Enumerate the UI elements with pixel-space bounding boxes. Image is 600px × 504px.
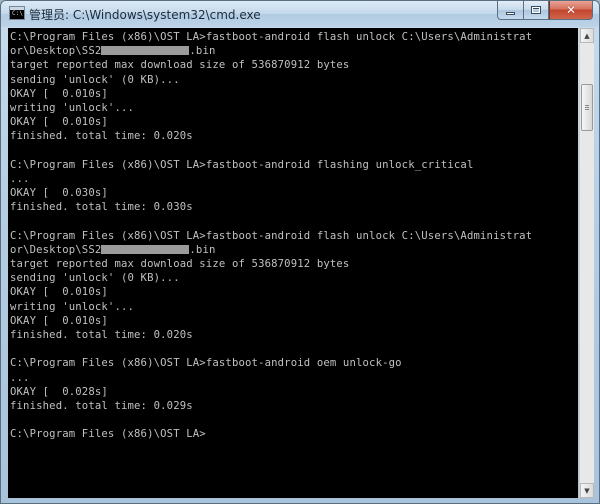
console-line: C:\Program Files (x86)\OST LA> (10, 428, 206, 441)
minimize-button[interactable] (497, 1, 523, 20)
scroll-thumb[interactable] (581, 84, 593, 131)
console-line-text: .bin (189, 45, 216, 58)
console-line: target reported max download size of 536… (10, 59, 350, 72)
console-line-text: .bin (189, 243, 216, 256)
console-line: writing 'unlock'... (10, 300, 135, 313)
scroll-up-arrow-icon[interactable]: ▲ (580, 28, 594, 43)
console-line: C:\Program Files (x86)\OST LA>fastboot-a… (10, 158, 474, 171)
console-line: finished. total time: 0.020s (10, 130, 193, 143)
console-line: target reported max download size of 536… (10, 258, 350, 270)
console-line: OKAY [ 0.030s] (10, 187, 108, 200)
redacted-filename (101, 46, 190, 56)
console-lines: C:\Program Files (x86)\OST LA>fastboot-a… (10, 30, 532, 441)
window-title: 管理员: C:\Windows\system32\cmd.exe (29, 8, 261, 22)
console-line: finished. total time: 0.030s (10, 201, 193, 214)
console-line: OKAY [ 0.010s] (10, 116, 108, 129)
console-line: sending 'unlock' (0 KB)... (10, 73, 180, 86)
scroll-down-arrow-icon[interactable]: ▼ (580, 483, 594, 498)
console-line: finished. total time: 0.029s (10, 399, 193, 412)
maximize-button[interactable] (523, 1, 549, 20)
caption-buttons: ✕ (497, 1, 593, 21)
title-bar[interactable]: C:\ 管理员: C:\Windows\system32\cmd.exe ✕ (1, 1, 599, 27)
maximize-icon (531, 6, 541, 14)
console-line: finished. total time: 0.020s (10, 328, 193, 341)
console-line: or\Desktop\SS2 .bin (10, 243, 532, 257)
console-line: or\Desktop\SS2 .bin (10, 44, 532, 58)
console-line: OKAY [ 0.010s] (10, 87, 108, 100)
console-line: C:\Program Files (x86)\OST LA>fastboot-a… (10, 357, 402, 370)
console-line: sending 'unlock' (0 KB)... (10, 272, 180, 285)
console-line-text: or\Desktop\SS2 (10, 45, 102, 58)
vertical-scrollbar[interactable]: ▲ ▼ (579, 28, 594, 498)
console-output[interactable]: C:\Program Files (x86)\OST LA>fastboot-a… (8, 28, 578, 498)
redacted-filename (101, 244, 190, 254)
console-line: ... (10, 371, 30, 384)
console-line: OKAY [ 0.028s] (10, 385, 108, 398)
console-line: writing 'unlock'... (10, 101, 135, 114)
cmd-window: C:\ 管理员: C:\Windows\system32\cmd.exe ✕ C… (0, 0, 600, 504)
console-line-text: or\Desktop\SS2 (10, 243, 102, 256)
console-line: C:\Program Files (x86)\OST LA>fastboot-a… (10, 31, 533, 43)
console-line: OKAY [ 0.010s] (10, 286, 108, 299)
minimize-icon (506, 11, 515, 15)
console-line: OKAY [ 0.010s] (10, 314, 108, 327)
console-line: ... (10, 172, 30, 185)
close-icon: ✕ (565, 3, 577, 17)
console-line: C:\Program Files (x86)\OST LA>fastboot-a… (10, 229, 533, 242)
cmd-console-icon[interactable]: C:\ (9, 6, 25, 20)
close-button[interactable]: ✕ (549, 1, 593, 20)
